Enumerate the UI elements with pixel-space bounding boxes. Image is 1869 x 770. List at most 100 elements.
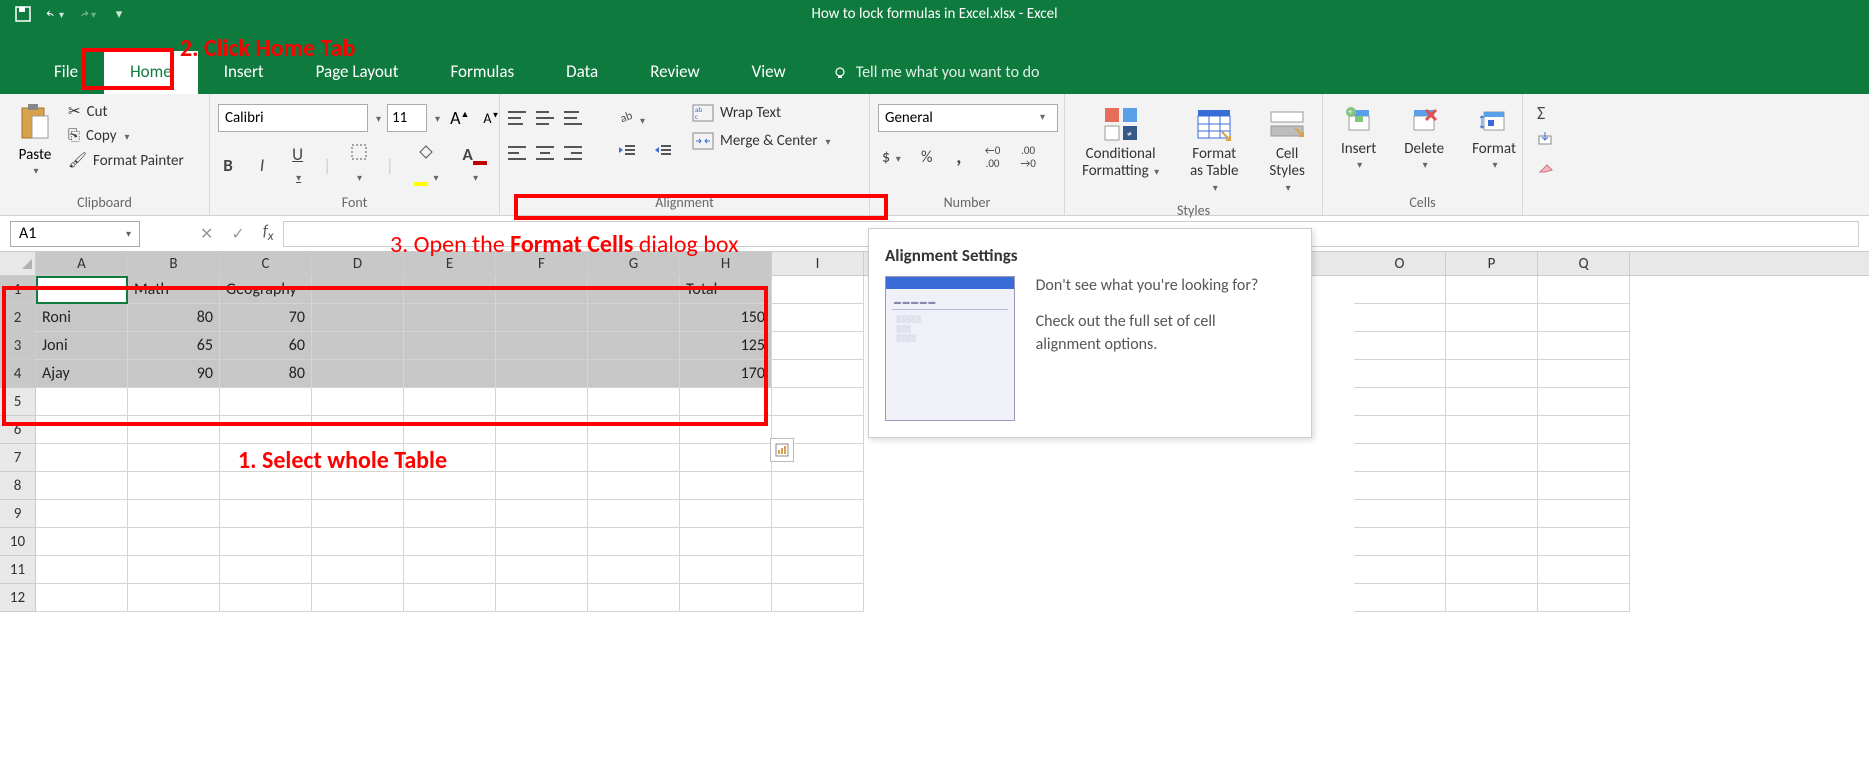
- qat-customize-icon[interactable]: ▾: [110, 5, 128, 23]
- format-painter-button[interactable]: 🖌Format Painter: [68, 151, 184, 170]
- conditional-formatting-button[interactable]: ≠ Conditional Formatting ▾: [1073, 102, 1168, 183]
- copy-button[interactable]: ⎘Copy ▾: [68, 127, 184, 145]
- font-size-input[interactable]: [387, 104, 427, 132]
- increase-indent-icon[interactable]: [650, 141, 676, 164]
- cell-styles-button[interactable]: Cell Styles ▾: [1260, 102, 1314, 200]
- orientation-button[interactable]: ab▾: [614, 104, 649, 131]
- delete-cells-button[interactable]: Delete▾: [1394, 102, 1454, 175]
- row-header-12[interactable]: 12: [0, 584, 36, 612]
- svg-text:+: +: [1348, 107, 1353, 118]
- col-header-O[interactable]: O: [1354, 252, 1446, 275]
- tab-formulas[interactable]: Formulas: [424, 51, 540, 94]
- tooltip-body: Don't see what you're looking for? Check…: [1036, 245, 1276, 421]
- col-header-B[interactable]: B: [128, 252, 220, 275]
- format-cells-icon: [1480, 106, 1508, 134]
- font-group-label: Font: [218, 192, 491, 215]
- comma-button[interactable]: ,: [949, 143, 969, 171]
- save-icon[interactable]: [14, 5, 32, 23]
- grow-font-icon[interactable]: A▲: [446, 105, 473, 131]
- align-bottom-icon[interactable]: [564, 111, 582, 125]
- decrease-decimal-icon[interactable]: .00→0: [1016, 142, 1040, 172]
- align-right-icon[interactable]: [564, 146, 582, 160]
- bold-button[interactable]: B: [218, 153, 238, 178]
- chevron-down-icon[interactable]: ▾: [376, 112, 381, 125]
- decrease-indent-icon[interactable]: [614, 141, 640, 164]
- align-left-icon[interactable]: [508, 146, 526, 160]
- redo-icon[interactable]: ▾: [78, 5, 96, 23]
- col-header-A[interactable]: A: [36, 252, 128, 275]
- select-all-corner[interactable]: [0, 252, 36, 275]
- annotation-box-home-tab: [82, 48, 174, 90]
- annotation-box-table-selection: [2, 286, 768, 426]
- svg-text:ab: ab: [618, 109, 634, 124]
- font-color-button[interactable]: A ▾: [458, 142, 491, 188]
- merge-center-button[interactable]: Merge & Center ▾: [692, 132, 831, 150]
- svg-text:c: c: [695, 112, 698, 121]
- wrap-text-button[interactable]: abcWrap Text: [692, 104, 831, 122]
- tooltip-preview-image: ▬ ▬ ▬ ▬ ▬ ░░░░░░░░░░░░: [885, 276, 1015, 421]
- borders-button[interactable]: ▾: [345, 142, 372, 188]
- align-center-icon[interactable]: [536, 146, 554, 160]
- cell-P1[interactable]: [1446, 276, 1538, 304]
- tell-me-search[interactable]: Tell me what you want to do: [812, 53, 1040, 94]
- enter-formula-icon[interactable]: ✓: [231, 224, 244, 244]
- percent-button[interactable]: %: [917, 146, 937, 169]
- annotation-text-step3: 3. Open the Format Cells dialog box: [390, 230, 738, 259]
- cell-O1[interactable]: [1354, 276, 1446, 304]
- insert-cells-icon: +: [1345, 106, 1373, 134]
- align-middle-icon[interactable]: [536, 111, 554, 125]
- insert-cells-button[interactable]: + Insert▾: [1331, 102, 1386, 175]
- font-name-input[interactable]: [218, 104, 368, 132]
- row-header-7[interactable]: 7: [0, 444, 36, 472]
- fill-icon[interactable]: [1537, 130, 1557, 150]
- quick-analysis-icon[interactable]: [770, 438, 794, 462]
- cell-I1[interactable]: [772, 276, 864, 304]
- clear-icon[interactable]: [1537, 158, 1557, 178]
- number-group-label: Number: [878, 192, 1056, 215]
- name-box[interactable]: A1▾: [10, 221, 140, 247]
- fx-icon[interactable]: fx: [263, 222, 274, 244]
- row-header-11[interactable]: 11: [0, 556, 36, 584]
- tooltip-title: Alignment Settings: [885, 245, 1018, 266]
- autosum-icon[interactable]: Σ: [1537, 102, 1557, 122]
- clipboard-group-label: Clipboard: [8, 192, 201, 215]
- scissors-icon: ✂: [68, 102, 81, 121]
- col-header-I[interactable]: I: [772, 252, 864, 275]
- quick-access-toolbar: ▾ ▾ ▾: [0, 5, 128, 23]
- annotation-box-alignment-group: [514, 194, 888, 220]
- row-header-9[interactable]: 9: [0, 500, 36, 528]
- fill-color-button[interactable]: ▾: [408, 142, 445, 188]
- paste-label: Paste: [19, 146, 52, 164]
- align-top-icon[interactable]: [508, 111, 526, 125]
- delete-cells-icon: [1410, 106, 1438, 134]
- conditional-formatting-icon: ≠: [1103, 106, 1139, 142]
- alignment-settings-tooltip: Alignment Settings ▬ ▬ ▬ ▬ ▬ ░░░░░░░░░░░…: [868, 228, 1312, 438]
- chevron-down-icon[interactable]: ▾: [435, 112, 440, 125]
- cells-group-label: Cells: [1331, 192, 1514, 215]
- chevron-down-icon: ▾: [33, 164, 38, 177]
- tab-review[interactable]: Review: [624, 51, 725, 94]
- number-format-select[interactable]: [878, 104, 1058, 132]
- tab-view[interactable]: View: [726, 51, 812, 94]
- row-header-10[interactable]: 10: [0, 528, 36, 556]
- cancel-formula-icon[interactable]: ✕: [200, 224, 213, 244]
- italic-button[interactable]: I: [252, 153, 272, 178]
- cell-Q1[interactable]: [1538, 276, 1630, 304]
- svg-text:≠: ≠: [1127, 127, 1132, 140]
- format-cells-button[interactable]: Format▾: [1462, 102, 1526, 175]
- col-header-P[interactable]: P: [1446, 252, 1538, 275]
- cut-button[interactable]: ✂Cut: [68, 102, 184, 121]
- format-table-icon: [1196, 106, 1232, 142]
- format-as-table-button[interactable]: Format as Table ▾: [1178, 102, 1250, 200]
- underline-button[interactable]: U ▾: [286, 142, 309, 188]
- paste-button[interactable]: Paste ▾: [8, 98, 62, 181]
- col-header-C[interactable]: C: [220, 252, 312, 275]
- col-header-Q[interactable]: Q: [1538, 252, 1630, 275]
- increase-decimal-icon[interactable]: ←0.00: [981, 142, 1005, 172]
- tab-data[interactable]: Data: [540, 51, 624, 94]
- undo-icon[interactable]: ▾: [46, 5, 64, 23]
- accounting-format-button[interactable]: $ ▾: [878, 146, 905, 169]
- paintbrush-icon: 🖌: [68, 151, 87, 170]
- row-header-8[interactable]: 8: [0, 472, 36, 500]
- cell-styles-icon: [1269, 106, 1305, 142]
